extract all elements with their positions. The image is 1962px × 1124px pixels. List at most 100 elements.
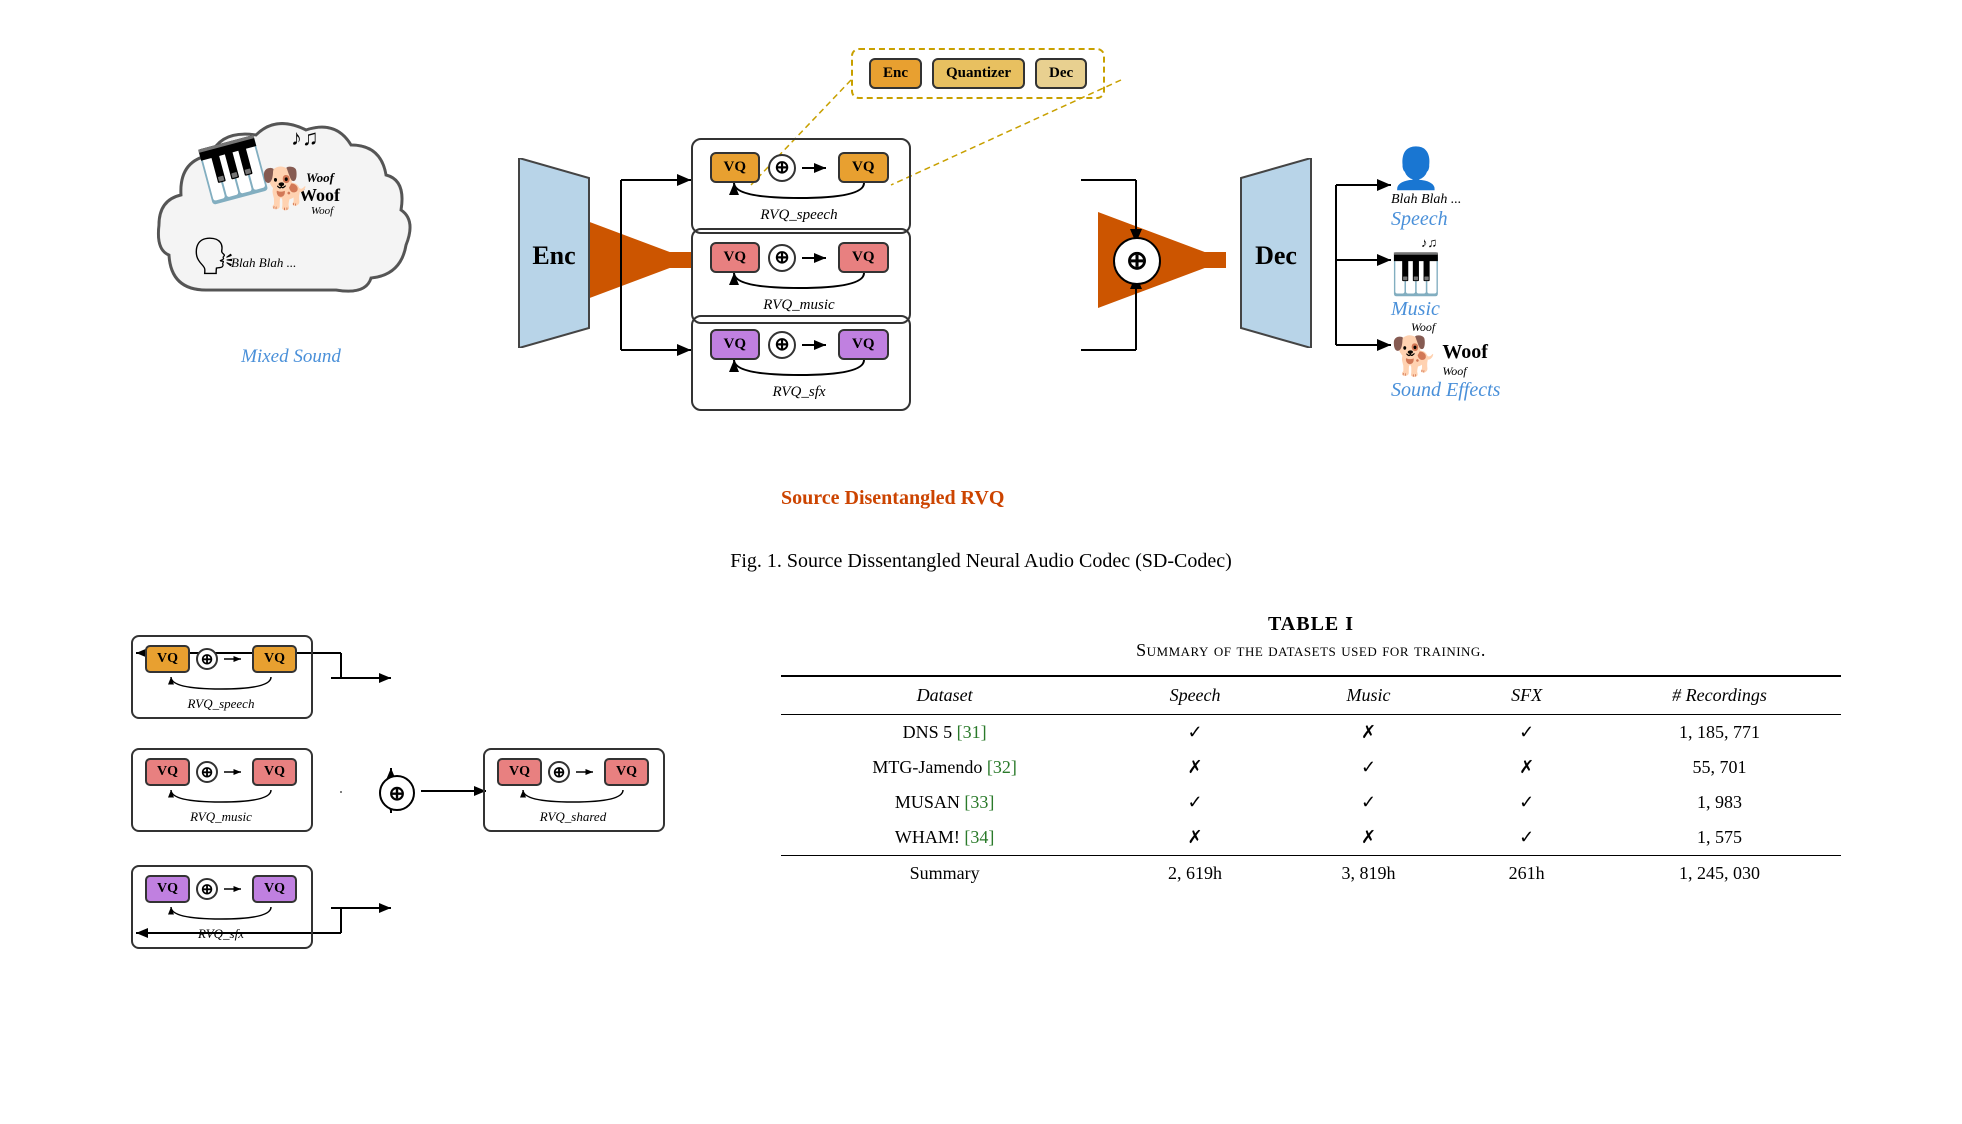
speech-output-label: Speech [1391, 208, 1448, 231]
ref-33: [33] [964, 792, 994, 812]
output-music: ♪♫ 🎹 Music [1391, 235, 1441, 321]
table-summary-row: Summary 2, 619h 3, 819h 261h 1, 245, 030 [781, 856, 1841, 892]
bottom-vq-sh1: VQ [497, 758, 542, 786]
cell-mtg-sfx: ✗ [1455, 750, 1598, 785]
cell-mtg-speech: ✗ [1108, 750, 1281, 785]
col-speech: Speech [1108, 676, 1281, 715]
bottom-plus-large: ⊕ [379, 775, 415, 811]
bottom-vq-sfx2: VQ [252, 875, 297, 903]
cell-wham-speech: ✗ [1108, 820, 1281, 856]
source-disentangled-label: Source Disentangled RVQ [781, 487, 1004, 510]
table-subtitle: Summary of the datasets used for trainin… [781, 640, 1841, 661]
bottom-rvq-shared: VQ ⊕ VQ RVQ_shared [483, 748, 665, 832]
blah-text: Blah Blah ... [231, 255, 296, 271]
bottom-vq-sfx1: VQ [145, 875, 190, 903]
tooltip-dec: Dec [1035, 58, 1087, 89]
sfx-output-label: Sound Effects [1391, 379, 1500, 402]
arrow-music [802, 248, 832, 268]
music-output-label: Music [1391, 298, 1440, 321]
cell-musan-speech: ✓ [1108, 785, 1281, 820]
rvq-speech-group: VQ ⊕ VQ RVQ_speech [691, 138, 911, 234]
bottom-rvq-sp-label: RVQ_speech [188, 696, 255, 712]
dec-block: Dec [1221, 158, 1331, 353]
bottom-vq-mu1: VQ [145, 758, 190, 786]
curve-speech [709, 178, 889, 203]
cell-dns5-speech: ✓ [1108, 715, 1281, 751]
table-row: MTG-Jamendo [32] ✗ ✓ ✗ 55, 701 [781, 750, 1841, 785]
curve-music [709, 268, 889, 293]
cell-mtg-music: ✓ [1282, 750, 1455, 785]
ref-34: [34] [964, 827, 994, 847]
cell-dns5-rec: 1, 185, 771 [1598, 715, 1841, 751]
large-plus-circle: ⊕ [1113, 237, 1161, 285]
bottom-left-diagram: VQ ⊕ VQ RVQ_speech VQ [121, 613, 701, 993]
bottom-plus-sp: ⊕ [196, 648, 218, 670]
table-row: DNS 5 [31] ✓ ✗ ✓ 1, 185, 771 [781, 715, 1841, 751]
col-sfx: SFX [1455, 676, 1598, 715]
tooltip-box: Enc Quantizer Dec [851, 48, 1105, 99]
arrow-sfx [802, 335, 832, 355]
bottom-rvq-shared-label: RVQ_shared [540, 809, 606, 825]
cell-summary-speech: 2, 619h [1108, 856, 1281, 892]
cell-dns5-sfx: ✓ [1455, 715, 1598, 751]
dog-icon: 🐕 [261, 165, 311, 212]
cloud-label: Mixed Sound [241, 346, 341, 368]
output-speech: 👤 Blah Blah ... Speech [1391, 145, 1461, 231]
bottom-rvq-sfx: VQ ⊕ VQ RVQ_sfx [131, 865, 313, 949]
bottom-rvq-speech: VQ ⊕ VQ RVQ_speech [131, 635, 313, 719]
cell-dns5-music: ✗ [1282, 715, 1455, 751]
cell-summary-label: Summary [781, 856, 1108, 892]
cell-mtg: MTG-Jamendo [32] [781, 750, 1108, 785]
cell-musan: MUSAN [33] [781, 785, 1108, 820]
rvq-sfx-label: RVQ_sfx [772, 384, 825, 401]
col-dataset: Dataset [781, 676, 1108, 715]
cell-mtg-rec: 55, 701 [1598, 750, 1841, 785]
tooltip-quantizer: Quantizer [932, 58, 1025, 89]
bottom-rvq-sfx-label: RVQ_sfx [198, 926, 244, 942]
dog-output-icon: 🐕 [1391, 335, 1438, 379]
output-sfx: Woof 🐕 Woof Woof Sound Effects [1391, 320, 1500, 402]
cell-wham-rec: 1, 575 [1598, 820, 1841, 856]
tooltip-enc: Enc [869, 58, 922, 89]
music-notes-icon: ♪♫ [291, 125, 319, 151]
enc-block: Enc [499, 158, 609, 353]
piano-output-icon: 🎹 [1391, 251, 1441, 298]
cell-musan-rec: 1, 983 [1598, 785, 1841, 820]
enc-svg: Enc [499, 158, 609, 348]
cell-summary-music: 3, 819h [1282, 856, 1455, 892]
cell-summary-rec: 1, 245, 030 [1598, 856, 1841, 892]
page-container: Enc Quantizer Dec [0, 0, 1962, 1124]
cell-musan-music: ✓ [1282, 785, 1455, 820]
cloud-shape: 🎹 ♪♫ Woof Woof Woof 🐕 🗣 Blah Blah ... Mi… [151, 110, 431, 340]
bottom-plus-mu: ⊕ [196, 761, 218, 783]
table-title: TABLE I [781, 613, 1841, 636]
head-output-icon: 👤 [1391, 145, 1441, 192]
rvq-speech-label: RVQ_speech [760, 207, 837, 224]
col-recordings: # Recordings [1598, 676, 1841, 715]
svg-text:Enc: Enc [532, 241, 575, 270]
bottom-vq-mu2: VQ [252, 758, 297, 786]
ref-32: [32] [987, 757, 1017, 777]
cell-dns5: DNS 5 [31] [781, 715, 1108, 751]
bottom-plus-sh: ⊕ [548, 761, 570, 783]
svg-text:Dec: Dec [1255, 241, 1297, 270]
figure-caption: Fig. 1. Source Dissentangled Neural Audi… [730, 550, 1232, 573]
rvq-music-group: VQ ⊕ VQ RVQ_music [691, 228, 911, 324]
table-row: WHAM! [34] ✗ ✗ ✓ 1, 575 [781, 820, 1841, 856]
dec-svg: Dec [1221, 158, 1331, 348]
bottom-rvq-music: VQ ⊕ VQ RVQ_music [131, 748, 313, 832]
arrow-speech [802, 158, 832, 178]
rvq-music-label: RVQ_music [763, 297, 834, 314]
table-section: TABLE I Summary of the datasets used for… [781, 613, 1841, 891]
bottom-section: VQ ⊕ VQ RVQ_speech VQ [81, 613, 1881, 993]
data-table: Dataset Speech Music SFX # Recordings DN… [781, 675, 1841, 891]
rvq-sfx-group: VQ ⊕ VQ RVQ_sfx [691, 315, 911, 411]
col-music: Music [1282, 676, 1455, 715]
cell-wham: WHAM! [34] [781, 820, 1108, 856]
cell-wham-sfx: ✓ [1455, 820, 1598, 856]
top-diagram: Enc Quantizer Dec [131, 30, 1831, 530]
curve-sfx [709, 355, 889, 380]
cell-wham-music: ✗ [1282, 820, 1455, 856]
table-row: MUSAN [33] ✓ ✓ ✓ 1, 983 [781, 785, 1841, 820]
ref-31: [31] [957, 722, 987, 742]
